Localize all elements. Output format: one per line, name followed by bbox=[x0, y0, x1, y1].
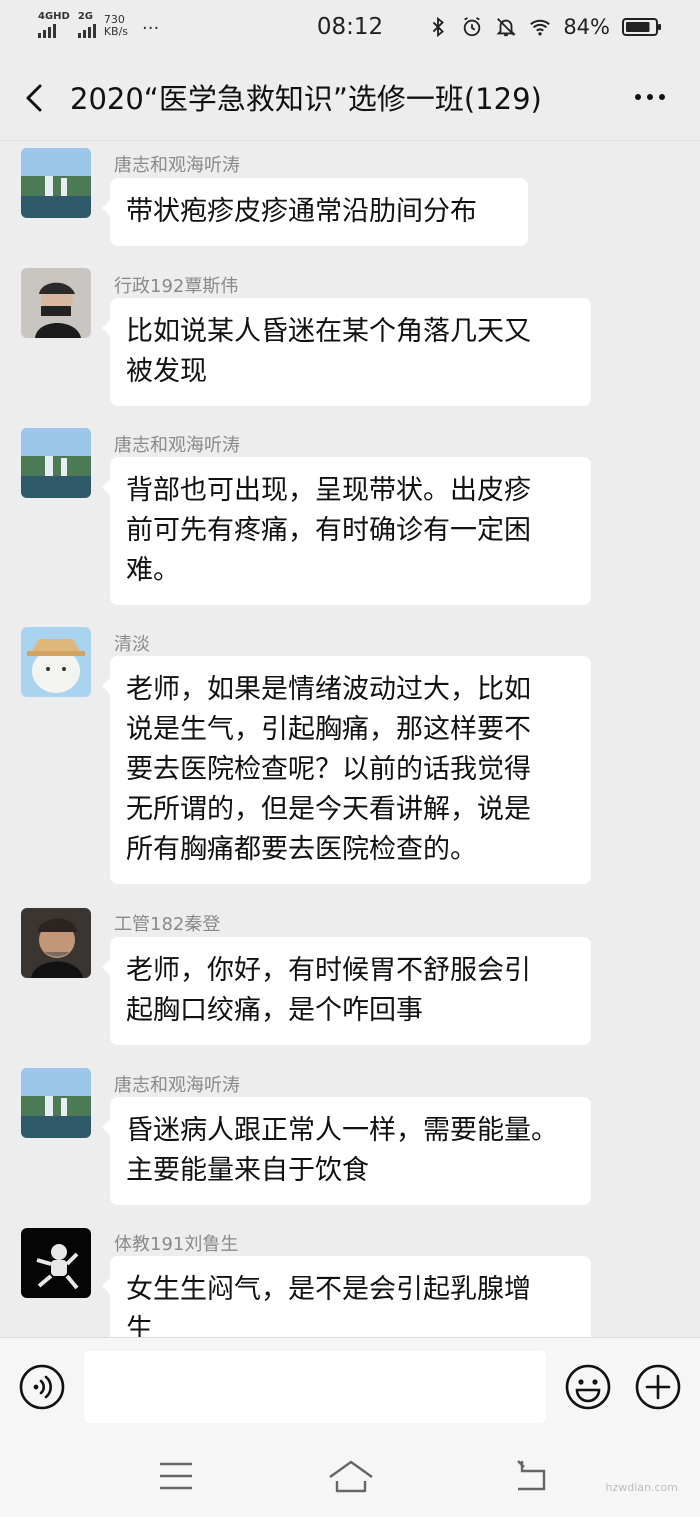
home-icon[interactable] bbox=[327, 1457, 375, 1495]
message-item: 唐志和观海听涛 带状疱疹皮疹通常沿肋间分布 bbox=[0, 141, 700, 256]
sender-name: 体教191刘鲁生 bbox=[114, 1234, 239, 1255]
message-line: 无所谓的，但是今天看讲解，说是 bbox=[126, 794, 531, 825]
signal-bars-icon bbox=[77, 24, 96, 38]
back-arrow-icon[interactable] bbox=[20, 78, 50, 118]
wifi-icon bbox=[530, 19, 551, 36]
system-back-icon[interactable] bbox=[514, 1457, 552, 1493]
status-more-icon: ··· bbox=[142, 18, 160, 39]
message-line: 生 bbox=[126, 1314, 153, 1337]
message-item: 唐志和观海听涛 背部也可出现，呈现带状。出皮疹 前可先有疼痛，有时确诊有一定困 … bbox=[0, 427, 700, 627]
message-line: 比如说某人昏迷在某个角落几天又 bbox=[126, 316, 531, 347]
chat-header: 2020“医学急救知识”选修一班(129) bbox=[0, 56, 700, 141]
message-bubble[interactable]: 昏迷病人跟正常人一样，需要能量。 主要能量来自于饮食 bbox=[102, 1097, 591, 1205]
sender-name: 唐志和观海听涛 bbox=[114, 155, 240, 176]
message-input-bar bbox=[0, 1337, 700, 1438]
status-bar: 4GHD 2G 730 KB/s ··· 08:12 84% bbox=[0, 0, 700, 56]
message-text-field[interactable] bbox=[84, 1351, 546, 1423]
message-line: 老师，你好，有时候胃不舒服会引 bbox=[126, 955, 531, 986]
status-right: 84% bbox=[427, 15, 662, 39]
message-line: 被发现 bbox=[126, 356, 207, 387]
message-item: 唐志和观海听涛 昏迷病人跟正常人一样，需要能量。 主要能量来自于饮食 bbox=[0, 1067, 700, 1227]
network-type-1: 4GHD bbox=[38, 11, 70, 22]
message-bubble[interactable]: 背部也可出现，呈现带状。出皮疹 前可先有疼痛，有时确诊有一定困 难。 bbox=[102, 457, 591, 605]
message-item: 行政192覃斯伟 比如说某人昏迷在某个角落几天又 被发现 bbox=[0, 268, 700, 428]
recent-apps-icon[interactable] bbox=[158, 1459, 194, 1493]
sender-name: 行政192覃斯伟 bbox=[114, 276, 239, 297]
message-line: 难。 bbox=[126, 555, 180, 586]
mute-bell-icon bbox=[496, 18, 516, 37]
bluetooth-icon bbox=[433, 16, 445, 38]
avatar[interactable] bbox=[21, 908, 91, 978]
message-line: 昏迷病人跟正常人一样，需要能量。 bbox=[126, 1115, 558, 1146]
message-line: 要去医院检查呢？以前的话我觉得 bbox=[126, 754, 531, 785]
message-item: 清淡 老师，如果是情绪波动过大，比如 说是生气，引起胸痛，那这样要不 要去医院检… bbox=[0, 626, 700, 906]
chat-title: 2020“医学急救知识”选修一班(129) bbox=[70, 82, 542, 116]
message-line: 起胸口绞痛，是个咋回事 bbox=[126, 995, 423, 1026]
message-line: 主要能量来自于饮食 bbox=[126, 1155, 369, 1186]
cellular-signal-1: 4GHD bbox=[38, 12, 70, 38]
watermark: hzwdian.com bbox=[605, 1481, 678, 1494]
message-bubble[interactable]: 比如说某人昏迷在某个角落几天又 被发现 bbox=[102, 298, 591, 406]
message-line: 前可先有疼痛，有时确诊有一定困 bbox=[126, 515, 531, 546]
message-line: 带状疱疹皮疹通常沿肋间分布 bbox=[126, 196, 477, 227]
avatar[interactable] bbox=[21, 1068, 91, 1138]
sender-name: 唐志和观海听涛 bbox=[114, 435, 240, 456]
message-line: 老师，如果是情绪波动过大，比如 bbox=[126, 674, 531, 705]
message-bubble[interactable]: 老师，你好，有时候胃不舒服会引 起胸口绞痛，是个咋回事 bbox=[102, 937, 591, 1045]
message-bubble[interactable]: 女生生闷气，是不是会引起乳腺增 生 bbox=[102, 1256, 591, 1337]
sender-name: 工管182秦登 bbox=[114, 914, 221, 935]
battery-icon bbox=[622, 18, 661, 36]
message-item: 体教191刘鲁生 女生生闷气，是不是会引起乳腺增 生 bbox=[0, 1226, 700, 1337]
status-left: 4GHD 2G 730 KB/s ··· bbox=[38, 12, 159, 38]
battery-percent: 84% bbox=[563, 15, 610, 39]
add-more-icon[interactable] bbox=[634, 1363, 682, 1411]
sender-name: 唐志和观海听涛 bbox=[114, 1075, 240, 1096]
avatar[interactable] bbox=[21, 268, 91, 338]
message-bubble[interactable]: 老师，如果是情绪波动过大，比如 说是生气，引起胸痛，那这样要不 要去医院检查呢？… bbox=[102, 656, 591, 884]
message-line: 女生生闷气，是不是会引起乳腺增 bbox=[126, 1274, 531, 1305]
cellular-signal-2: 2G bbox=[77, 11, 96, 38]
network-speed: 730 KB/s bbox=[104, 14, 128, 38]
avatar[interactable] bbox=[21, 1228, 91, 1298]
alarm-icon bbox=[464, 17, 481, 37]
message-line: 背部也可出现，呈现带状。出皮疹 bbox=[126, 475, 531, 506]
voice-input-icon[interactable] bbox=[18, 1363, 66, 1411]
avatar[interactable] bbox=[21, 627, 91, 697]
signal-bars-icon bbox=[38, 24, 56, 38]
message-line: 所有胸痛都要去医院检查的。 bbox=[126, 834, 477, 865]
more-options-icon[interactable] bbox=[630, 82, 670, 112]
system-nav-bar: hzwdian.com bbox=[0, 1437, 700, 1517]
speed-unit: KB/s bbox=[103, 25, 129, 38]
avatar[interactable] bbox=[21, 148, 91, 218]
sender-name: 清淡 bbox=[114, 634, 150, 655]
message-list[interactable]: 唐志和观海听涛 带状疱疹皮疹通常沿肋间分布 行政192覃斯伟 比如说某人昏迷在某… bbox=[0, 141, 700, 1337]
message-bubble[interactable]: 带状疱疹皮疹通常沿肋间分布 bbox=[102, 178, 528, 246]
avatar[interactable] bbox=[21, 428, 91, 498]
network-type-2: 2G bbox=[77, 11, 94, 22]
emoji-icon[interactable] bbox=[564, 1363, 612, 1411]
message-item: 工管182秦登 老师，你好，有时候胃不舒服会引 起胸口绞痛，是个咋回事 bbox=[0, 906, 700, 1066]
message-line: 说是生气，引起胸痛，那这样要不 bbox=[126, 714, 531, 745]
